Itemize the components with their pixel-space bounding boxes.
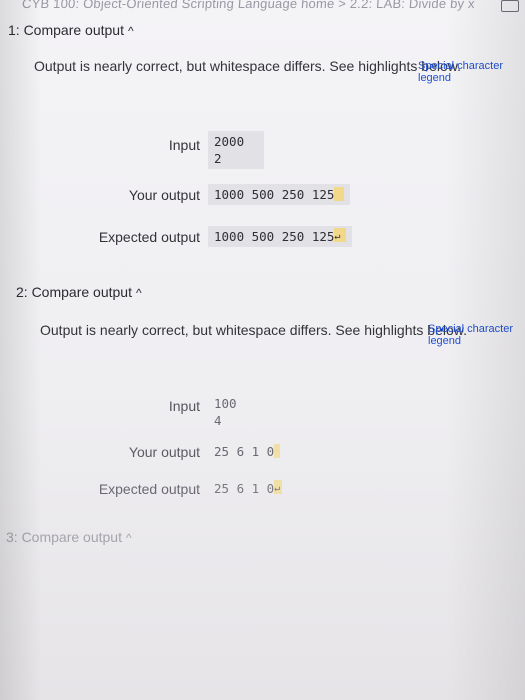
section2-title-row[interactable]: 2: Compare output ^ xyxy=(16,284,142,300)
newline-symbol: ↵ xyxy=(274,483,281,494)
caret-up-icon[interactable]: ^ xyxy=(136,286,142,300)
section2-your-output-text: 25 6 1 0 xyxy=(214,444,275,459)
section1-title[interactable]: 1: Compare output xyxy=(8,22,124,38)
section2-input-label: Input xyxy=(168,398,200,414)
section2-input-line-2: 4 xyxy=(214,413,222,428)
section2-input-line-1: 100 xyxy=(214,396,237,411)
section2-legend-link[interactable]: Special character legend xyxy=(428,323,525,347)
section1-input-line-1: 2000 xyxy=(214,134,245,149)
section1-input-label: Input xyxy=(168,137,200,153)
section1-your-output-label: Your output xyxy=(128,187,200,203)
section1-expected-output-block: 1000 500 250 125↵ xyxy=(208,226,353,247)
section2-input-block: 100 4 xyxy=(208,393,260,431)
whitespace-highlight xyxy=(334,187,345,201)
section2-expected-output-text: 25 6 1 0 xyxy=(214,481,275,496)
caret-up-icon[interactable]: ^ xyxy=(128,24,134,38)
section2-your-output-label: Your output xyxy=(128,444,200,460)
breadcrumb: CYB 100: Object-Oriented Scripting Langu… xyxy=(0,0,525,14)
section3-title[interactable]: 3: Compare output xyxy=(6,529,122,545)
section2-title[interactable]: 2: Compare output xyxy=(16,284,132,300)
section1-input-block: 2000 2 xyxy=(208,131,264,169)
section2-expected-output-label: Expected output xyxy=(98,481,200,497)
section1-your-output-block: 1000 500 250 125 xyxy=(208,184,351,205)
section1-input-line-2: 2 xyxy=(214,151,222,166)
whitespace-highlight xyxy=(274,444,281,458)
photo-vignette xyxy=(0,0,525,700)
section2-expected-output-block: 25 6 1 0↵ xyxy=(208,478,288,499)
breadcrumb-text: CYB 100: Object-Oriented Scripting Langu… xyxy=(21,0,476,11)
section2-message: Output is nearly correct, but whitespace… xyxy=(40,322,467,338)
window-icon[interactable] xyxy=(501,0,519,12)
section1-expected-output-label: Expected output xyxy=(98,229,200,245)
section1-your-output-text: 1000 500 250 125 xyxy=(214,187,335,202)
section1-message: Output is nearly correct, but whitespace… xyxy=(34,58,461,74)
section2-your-output-block: 25 6 1 0 xyxy=(208,441,286,462)
section1-title-row[interactable]: 1: Compare output ^ xyxy=(8,22,134,38)
section3-title-row[interactable]: 3: Compare output ^ xyxy=(6,529,132,545)
caret-up-icon[interactable]: ^ xyxy=(126,531,132,545)
screen: CYB 100: Object-Oriented Scripting Langu… xyxy=(0,0,525,700)
section1-expected-output-text: 1000 500 250 125 xyxy=(214,229,335,244)
newline-highlight: ↵ xyxy=(334,228,347,242)
section1-legend-link[interactable]: Special character legend xyxy=(418,60,525,84)
newline-highlight: ↵ xyxy=(274,480,283,494)
newline-symbol: ↵ xyxy=(334,231,341,242)
